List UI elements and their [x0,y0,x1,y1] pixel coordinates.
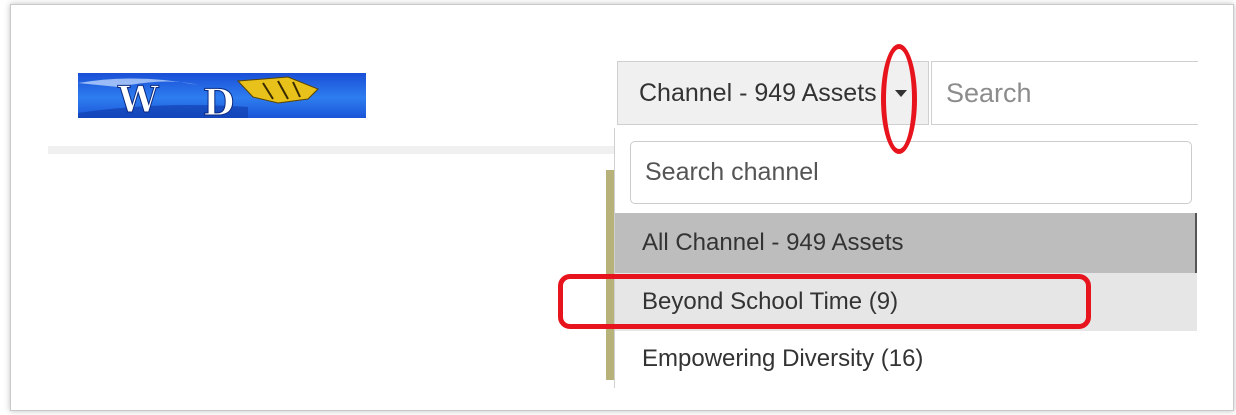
dropdown-item-label: All Channel - 949 Assets [642,229,904,256]
search-channel-input[interactable] [630,141,1192,204]
dropdown-item-label: Beyond School Time (9) [642,288,899,315]
dropdown-item-label: Empowering Diversity (16) [642,345,924,372]
logo-graphic: W D [78,76,319,118]
channel-dropdown-button[interactable]: Channel - 949 Assets [617,61,929,125]
svg-text:W: W [117,79,159,118]
search-input[interactable] [931,61,1198,125]
content-divider [606,170,614,380]
dropdown-item-all-channel[interactable]: All Channel - 949 Assets [615,213,1197,273]
svg-text:D: D [203,82,234,118]
dropdown-item-empowering-diversity[interactable]: Empowering Diversity (16) [615,331,1197,387]
site-logo[interactable]: W D [78,73,366,118]
page-content-area [48,154,608,379]
dropdown-item-beyond-school-time[interactable]: Beyond School Time (9) [615,273,1197,331]
chevron-down-icon[interactable] [895,90,907,97]
channel-button-label: Channel - 949 Assets [639,78,877,107]
